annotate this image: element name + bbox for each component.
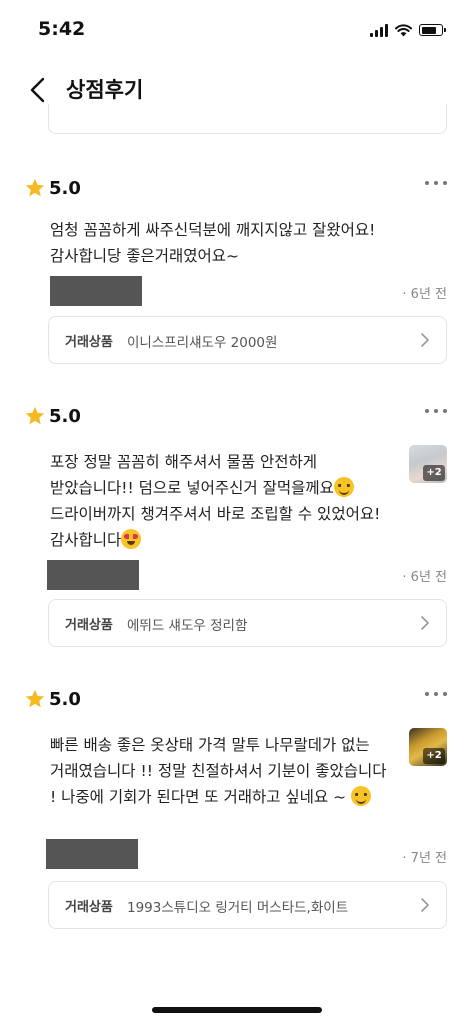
rating-row: 5.0	[24, 403, 81, 429]
chevron-right-icon	[421, 333, 429, 347]
heart-eyes-emoji	[121, 529, 142, 549]
product-name: 1993스튜디오 링거티 머스타드,화이트	[127, 900, 349, 916]
review-text-part: 드라이버까지 챙겨주셔서 바로 조립할 수 있었어요!감사합니다	[50, 505, 381, 549]
cellular-signal-icon	[370, 23, 388, 37]
status-icons	[370, 22, 446, 38]
chevron-right-icon	[421, 616, 429, 630]
review-time: · 7년 전	[402, 851, 447, 866]
wifi-icon	[395, 23, 412, 36]
product-name: 이니스프리섀도우 2000원	[127, 335, 278, 351]
photo-count-badge: +2	[423, 465, 445, 481]
product-name: 에뛰드 섀도우 정리함	[127, 618, 248, 634]
review-time: · 6년 전	[402, 287, 447, 302]
review-text: 엄청 꼼꼼하게 싸주신덕분에 깨지지않고 잘왔어요! 감사합니당 좋은거래였어요…	[50, 221, 376, 265]
smiling-face-emoji	[333, 477, 354, 497]
more-options-icon[interactable]	[425, 409, 447, 413]
redacted-username	[50, 276, 142, 306]
status-time: 5:42	[38, 18, 86, 40]
star-icon	[25, 689, 45, 708]
rating-row: 5.0	[24, 175, 81, 201]
review-time: · 6년 전	[402, 570, 447, 585]
more-options-icon[interactable]	[425, 692, 447, 696]
review-text: 포장 정말 꼼꼼히 해주셔서 물품 안전하게 받았습니다!! 덤으로 넣어주신거…	[50, 449, 395, 553]
rating-value: 5.0	[49, 405, 81, 427]
chevron-right-icon	[421, 898, 429, 912]
home-indicator[interactable]	[152, 1007, 322, 1013]
product-label: 거래상품	[65, 900, 113, 915]
review-text-part: 빠른 배송 좋은 옷상태 가격 말투 나무랄데가 없는 거래였습니다 !! 정말…	[50, 736, 387, 806]
product-label: 거래상품	[65, 335, 113, 350]
smiling-face-emoji	[351, 786, 372, 806]
rating-value: 5.0	[49, 688, 81, 710]
product-card[interactable]: 거래상품 에뛰드 섀도우 정리함	[48, 599, 447, 647]
review-text: 빠른 배송 좋은 옷상태 가격 말투 나무랄데가 없는 거래였습니다 !! 정말…	[50, 732, 395, 810]
more-options-icon[interactable]	[425, 181, 447, 185]
product-card-partial[interactable]	[48, 104, 447, 134]
page-title: 상점후기	[66, 78, 144, 102]
rating-row: 5.0	[24, 686, 81, 712]
rating-value: 5.0	[49, 177, 81, 199]
product-label: 거래상품	[65, 618, 113, 633]
review-text-part: 포장 정말 꼼꼼히 해주셔서 물품 안전하게 받았습니다!! 덤으로 넣어주신거…	[50, 453, 334, 497]
product-card[interactable]: 거래상품 이니스프리섀도우 2000원	[48, 316, 447, 364]
review-photo-thumbnail[interactable]: +2	[409, 728, 447, 766]
redacted-username	[46, 839, 138, 869]
review-photo-thumbnail[interactable]: +2	[409, 445, 447, 483]
redacted-username	[47, 560, 139, 590]
photo-count-badge: +2	[423, 748, 445, 764]
status-bar: 5:42	[0, 0, 473, 60]
back-arrow-icon[interactable]	[26, 75, 52, 105]
product-card[interactable]: 거래상품 1993스튜디오 링거티 머스타드,화이트	[48, 881, 447, 929]
battery-icon	[419, 24, 446, 36]
star-icon	[25, 178, 45, 197]
star-icon	[25, 406, 45, 425]
